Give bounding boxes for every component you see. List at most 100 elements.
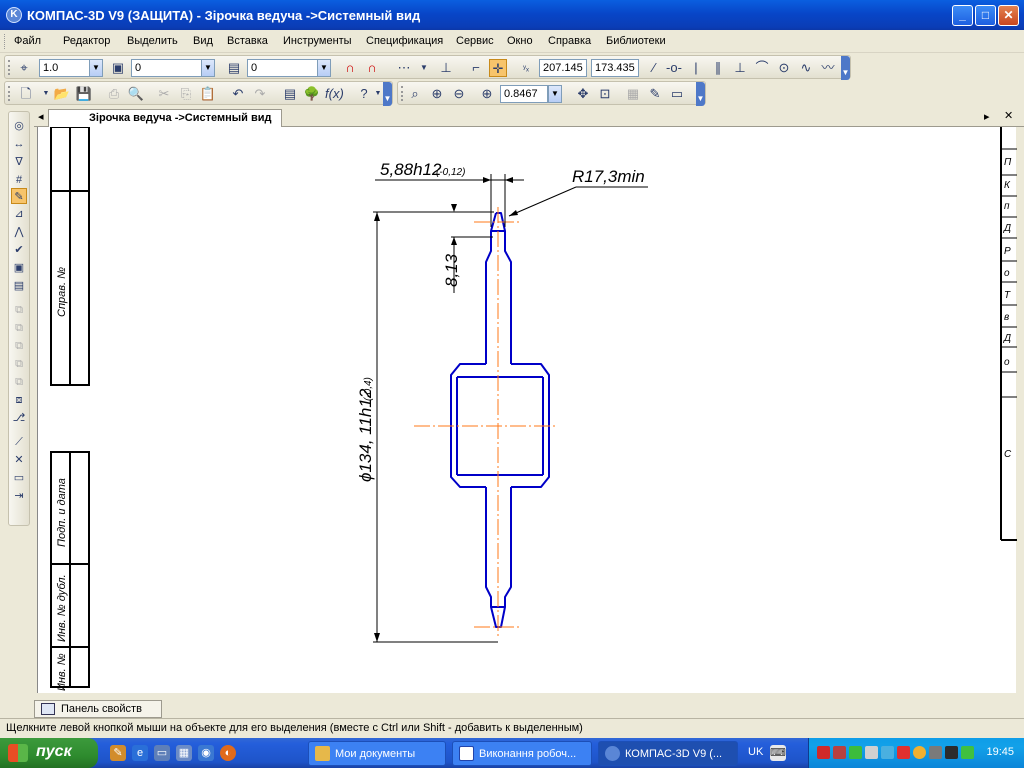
pan-icon[interactable]: ✥ [574,85,592,103]
chevron-down-icon[interactable]: ▼ [201,59,215,77]
zoom-out-icon[interactable]: ⊖ [450,85,468,103]
exit-icon[interactable]: ⇥ [11,488,27,504]
tab-scroll-left-icon[interactable]: ◂ [38,110,44,123]
antivirus-icon[interactable] [833,746,846,759]
menu-insert[interactable]: Вставка [227,35,268,47]
task-word-document[interactable]: Виконання робоч... [452,741,592,766]
trim-icon[interactable]: ⟋ [11,434,27,450]
reports-icon[interactable]: ▣ [11,260,27,276]
tree-icon[interactable]: 🌳 [303,85,321,103]
start-button[interactable]: пуск [0,738,98,768]
parallel-icon[interactable]: ∥ [709,59,727,77]
symbols-icon[interactable]: ∇ [11,154,27,170]
volume-icon[interactable] [929,746,942,759]
open-folder-icon[interactable]: 📂 [53,85,71,103]
drawing-canvas[interactable]: Справ. № Подп. и дата Инв. № дубл. Инв. … [37,127,1017,693]
manager-icon[interactable]: ▤ [281,85,299,103]
paste-icon[interactable]: 📋 [199,85,217,103]
show-desktop-icon[interactable]: ▭ [154,745,170,761]
quicklaunch-icon[interactable]: ✎ [110,745,126,761]
snap-icon[interactable]: ⌖ [15,59,33,77]
coord-system-icon[interactable]: ⊥ [437,59,455,77]
ortho-icon[interactable]: ⌐ [467,59,485,77]
cursor-x-field[interactable]: 207.145 [539,59,587,77]
minimize-button[interactable]: _ [952,5,973,26]
move-tool-icon[interactable]: ⧉ [11,338,27,354]
chevron-down-icon[interactable]: ▼ [317,59,331,77]
battery-icon[interactable] [961,746,974,759]
spline-icon[interactable]: ∿ [797,59,815,77]
menu-help[interactable]: Справка [548,35,591,47]
insert-icon[interactable]: ▤ [11,278,27,294]
magnet-snap-icon[interactable]: ∩ [341,59,359,77]
show-all-icon[interactable]: ⊡ [596,85,614,103]
scale-tool-icon[interactable]: ⧉ [11,374,27,390]
scale-icon[interactable]: ▭ [11,470,27,486]
new-document-icon[interactable]: 🗋 [17,85,35,103]
edit-icon[interactable]: # [11,172,27,188]
local-snap-icon[interactable]: ∩ [363,59,381,77]
network-icon[interactable] [849,746,862,759]
messenger-icon[interactable]: ◉ [198,745,214,761]
alert-icon[interactable] [897,746,910,759]
layer-icon[interactable]: ▣ [109,59,127,77]
grid-icon[interactable]: ⋯ [395,59,413,77]
cut-icon[interactable]: ✂ [155,85,173,103]
line-icon[interactable]: ∕ [645,59,663,77]
sync-icon[interactable] [881,746,894,759]
menu-window[interactable]: Окно [507,35,533,47]
perpendicular-icon[interactable]: ⊥ [731,59,749,77]
point-icon[interactable]: -o- [665,59,683,77]
deform-icon[interactable]: ⎇ [11,410,27,426]
keyboard-icon[interactable]: ⌨ [770,745,786,761]
print-preview-icon[interactable]: 🔍 [127,85,145,103]
line-scale-field[interactable]: 1.0 [39,59,91,77]
title-bar[interactable]: K КОМПАС-3D V9 (ЗАЩИТА) - Зірочка ведуча… [0,0,1024,30]
zoom-in-icon[interactable]: ⊕ [428,85,446,103]
redo-icon[interactable]: ↷ [251,85,269,103]
menu-select[interactable]: Выделить [127,35,178,47]
circle-icon[interactable]: ⊙ [775,59,793,77]
parametrization-icon[interactable]: ✎ [11,188,27,204]
task-kompas[interactable]: КОМПАС-3D V9 (... [598,741,738,766]
display-icon[interactable]: ▭ [668,85,686,103]
zoom-window-icon[interactable]: ⌕ [406,85,424,103]
copy-tool-icon[interactable]: ⧉ [11,320,27,336]
mirror-icon[interactable]: ⧈ [11,392,27,408]
style-icon[interactable]: ▤ [225,59,243,77]
close-button[interactable]: ✕ [998,5,1019,26]
menu-libraries[interactable]: Библиотеки [606,35,666,47]
task-my-documents[interactable]: Мои документы [308,741,446,766]
language-indicator[interactable]: UK [748,746,763,758]
toolbar-overflow-button[interactable]: ▼ [841,56,850,80]
vertical-icon[interactable]: | [687,59,705,77]
variables-icon[interactable]: f(x) [325,85,344,103]
geometry-icon[interactable]: ◎ [11,118,27,134]
maximize-button[interactable]: □ [975,5,996,26]
tab-document[interactable]: Зірочка ведуча ->Системный вид [48,109,283,127]
chevron-down-icon[interactable]: ▼ [415,59,433,77]
zoom-field[interactable]: 0.8467 [500,85,548,103]
menu-view[interactable]: Вид [193,35,213,47]
print-icon[interactable]: ⎙ [105,85,123,103]
menu-tools[interactable]: Инструменты [283,35,352,47]
usb-icon[interactable] [865,746,878,759]
tab-scroll-right-icon[interactable]: ▸ [984,110,990,123]
property-panel-tab[interactable]: Панель свойств [34,700,162,718]
dimensions-icon[interactable]: ↔ [11,136,27,152]
display-tray-icon[interactable] [945,746,958,759]
menu-file[interactable]: Файл [14,35,41,47]
save-icon[interactable]: 💾 [75,85,93,103]
menu-edit[interactable]: Редактор [63,35,110,47]
undo-icon[interactable]: ↶ [229,85,247,103]
cursor-y-field[interactable]: 173.435 [591,59,639,77]
fragment-icon[interactable]: ⧉ [11,302,27,318]
tab-close-icon[interactable]: ✕ [1004,109,1013,122]
round-icon[interactable]: ✛ [489,59,507,77]
menu-service[interactable]: Сервис [456,35,494,47]
toolbar-overflow-button[interactable]: ▼ [696,82,705,106]
kompas-tray-icon[interactable] [817,746,830,759]
menu-specification[interactable]: Спецификация [366,35,443,47]
measure-icon[interactable]: ⊿ [11,206,27,222]
chevron-down-icon[interactable]: ▼ [89,59,103,77]
